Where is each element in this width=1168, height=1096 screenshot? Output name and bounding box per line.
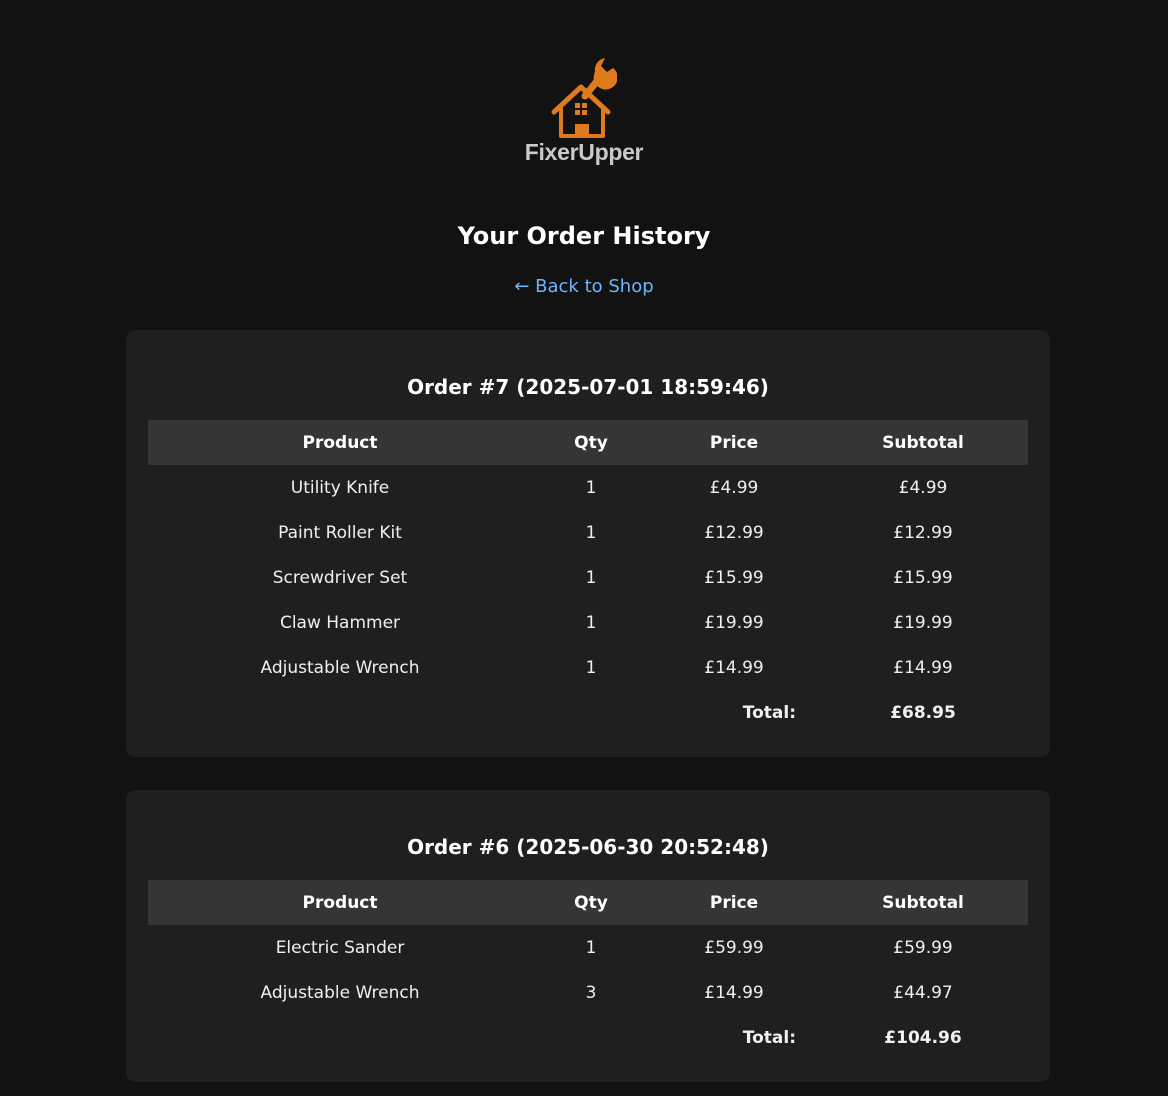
total-label: Total:: [742, 702, 796, 723]
product-cell: Utility Knife: [290, 477, 390, 498]
column-header-subtotal: Subtotal: [818, 880, 1028, 925]
product-cell: Electric Sander: [275, 937, 405, 958]
column-header-product: Product: [148, 880, 532, 925]
price-cell: £59.99: [704, 937, 764, 958]
table-row: Claw Hammer 1 £19.99 £19.99: [148, 600, 1028, 645]
table-row: Electric Sander 1 £59.99 £59.99: [148, 925, 1028, 970]
price-cell: £19.99: [704, 612, 764, 633]
qty-cell: 1: [585, 612, 597, 633]
subtotal-cell: £12.99: [893, 522, 953, 543]
table-row: Screwdriver Set 1 £15.99 £15.99: [148, 555, 1028, 600]
qty-cell: 1: [585, 477, 597, 498]
price-cell: £14.99: [704, 982, 764, 1003]
total-row: Total: £104.96: [148, 1015, 1028, 1060]
column-header-subtotal: Subtotal: [818, 420, 1028, 465]
qty-cell: 1: [585, 657, 597, 678]
product-cell: Claw Hammer: [279, 612, 401, 633]
subtotal-cell: £15.99: [893, 567, 953, 588]
subtotal-cell: £19.99: [893, 612, 953, 633]
order-items-table: Product Qty Price Subtotal Electric Sand…: [148, 880, 1028, 1060]
subtotal-cell: £14.99: [893, 657, 953, 678]
product-cell: Adjustable Wrench: [260, 982, 420, 1003]
order-history-page: FixerUpper Your Order History ← Back to …: [0, 0, 1168, 1096]
brand-logo[interactable]: FixerUpper: [0, 54, 1168, 166]
product-cell: Paint Roller Kit: [278, 522, 402, 543]
table-row: Adjustable Wrench 1 £14.99 £14.99: [148, 645, 1028, 690]
product-cell: Adjustable Wrench: [260, 657, 420, 678]
table-header-row: Product Qty Price Subtotal: [148, 420, 1028, 465]
column-header-product: Product: [148, 420, 532, 465]
table-row: Paint Roller Kit 1 £12.99 £12.99: [148, 510, 1028, 555]
price-cell: £4.99: [709, 477, 759, 498]
total-value: £68.95: [890, 702, 956, 723]
column-header-price: Price: [650, 420, 818, 465]
price-cell: £15.99: [704, 567, 764, 588]
brand-name: FixerUpper: [524, 139, 644, 165]
qty-cell: 1: [585, 567, 597, 588]
qty-cell: 3: [585, 982, 597, 1003]
order-heading: Order #7 (2025-07-01 18:59:46): [407, 375, 769, 399]
column-header-price: Price: [650, 880, 818, 925]
column-header-qty: Qty: [532, 880, 650, 925]
order-card: Order #6 (2025-06-30 20:52:48) Product Q…: [126, 790, 1050, 1082]
subtotal-cell: £44.97: [893, 982, 953, 1003]
qty-cell: 1: [585, 522, 597, 543]
price-cell: £12.99: [704, 522, 764, 543]
order-heading: Order #6 (2025-06-30 20:52:48): [407, 835, 769, 859]
total-label: Total:: [742, 1027, 796, 1048]
table-row: Adjustable Wrench 3 £14.99 £44.97: [148, 970, 1028, 1015]
column-header-qty: Qty: [532, 420, 650, 465]
table-header-row: Product Qty Price Subtotal: [148, 880, 1028, 925]
page-title: Your Order History: [457, 222, 711, 250]
order-items-table: Product Qty Price Subtotal Utility Knife…: [148, 420, 1028, 735]
order-card: Order #7 (2025-07-01 18:59:46) Product Q…: [126, 330, 1050, 757]
back-to-shop-link[interactable]: ← Back to Shop: [0, 274, 1168, 300]
product-cell: Screwdriver Set: [272, 567, 408, 588]
qty-cell: 1: [585, 937, 597, 958]
subtotal-cell: £4.99: [898, 477, 948, 498]
total-row: Total: £68.95: [148, 690, 1028, 735]
price-cell: £14.99: [704, 657, 764, 678]
total-value: £104.96: [884, 1027, 962, 1048]
subtotal-cell: £59.99: [893, 937, 953, 958]
house-wrench-icon: [551, 58, 617, 138]
table-row: Utility Knife 1 £4.99 £4.99: [148, 465, 1028, 510]
